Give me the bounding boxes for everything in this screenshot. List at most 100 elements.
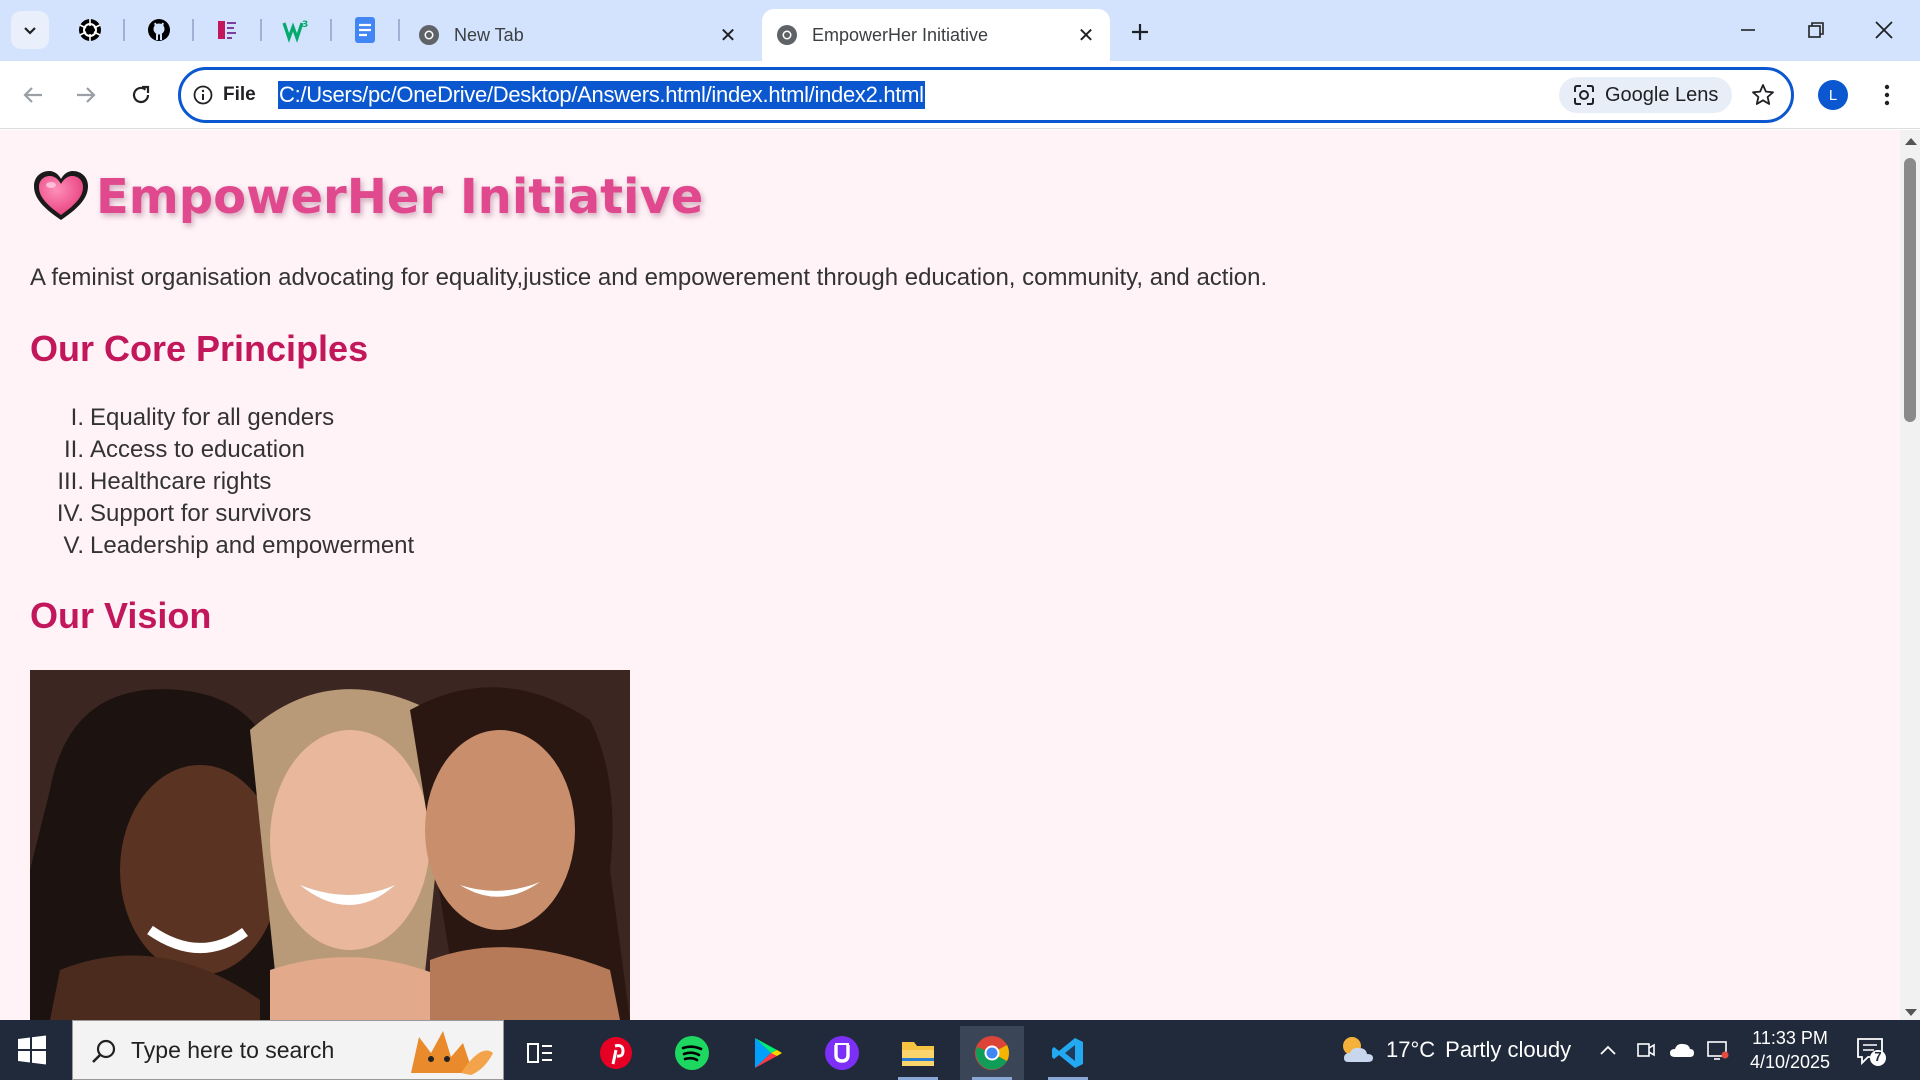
close-tab-icon[interactable]: ✕ (1072, 21, 1100, 49)
taskbar-clock[interactable]: 11:33 PM 4/10/2025 (1740, 1026, 1840, 1074)
address-bar[interactable]: File C:/Users/pc/OneDrive/Desktop/Answer… (178, 67, 1794, 123)
reload-button[interactable] (121, 75, 161, 115)
lens-label: Google Lens (1605, 83, 1719, 106)
weather-temp: 17°C (1386, 1037, 1436, 1062)
notification-count: 7 (1874, 1049, 1882, 1064)
page-title: EmpowerHer Initiative (30, 166, 703, 228)
taskbar-google-play[interactable] (736, 1026, 800, 1080)
arrow-right-icon (77, 87, 96, 103)
partly-cloudy-icon (1343, 1037, 1373, 1062)
back-button[interactable] (13, 75, 53, 115)
docs-icon (355, 17, 375, 43)
bookmark-button[interactable] (1747, 79, 1779, 111)
close-window-button[interactable] (1856, 8, 1912, 52)
weather-widget[interactable]: 17°C Partly cloudy (1338, 1030, 1571, 1070)
star-icon (1752, 84, 1774, 105)
forward-button[interactable] (66, 75, 106, 115)
list-item: III. Healthcare rights (57, 468, 272, 495)
pinned-tab-github[interactable] (141, 13, 177, 47)
minimize-icon (1741, 29, 1755, 31)
taskbar-u-app[interactable] (810, 1026, 874, 1080)
taskbar-pinterest[interactable] (584, 1026, 648, 1080)
principles-heading: Our Core Principles (30, 328, 369, 369)
tab-separator (260, 19, 262, 41)
heart-icon (34, 171, 88, 220)
tab-separator (192, 19, 194, 41)
profile-avatar[interactable]: L (1818, 80, 1848, 110)
minimize-button[interactable] (1720, 8, 1776, 52)
tray-network[interactable] (1704, 1036, 1732, 1064)
restore-button[interactable] (1788, 8, 1844, 52)
pinned-tab-docs[interactable] (347, 13, 383, 47)
spotify-icon (675, 1036, 709, 1070)
windows-start-icon[interactable] (16, 1034, 48, 1066)
globe-icon (776, 24, 798, 46)
scroll-down-arrow-icon[interactable] (1905, 1009, 1917, 1016)
search-placeholder: Type here to search (131, 1036, 335, 1063)
cloud-icon (1670, 1043, 1694, 1057)
windows-taskbar: Type here to search 17°C Partly cloudy 1… (0, 1020, 1920, 1080)
browser-toolbar: File C:/Users/pc/OneDrive/Desktop/Answer… (0, 61, 1920, 129)
taskbar-chrome[interactable] (960, 1026, 1024, 1080)
tab-separator (330, 19, 332, 41)
vision-heading: Our Vision (30, 595, 212, 636)
tab-title: EmpowerHer Initiative (812, 24, 989, 45)
tab-empowerher[interactable]: EmpowerHer Initiative ✕ (762, 9, 1110, 61)
vscode-icon (1052, 1038, 1083, 1068)
reload-icon (132, 85, 150, 104)
arrow-left-icon (23, 87, 42, 103)
tab-search-button[interactable] (11, 11, 49, 49)
vision-image (30, 670, 630, 1020)
file-explorer-icon (902, 1042, 934, 1066)
scroll-up-arrow-icon[interactable] (1905, 138, 1917, 145)
list-item: II. Access to education (63, 436, 305, 463)
taskbar-spotify[interactable] (660, 1026, 724, 1080)
new-tab-button[interactable] (1122, 14, 1158, 50)
pdf-icon (218, 21, 236, 39)
pinned-tab-w3schools[interactable]: 3 (278, 13, 314, 47)
site-info-chip[interactable]: File (193, 80, 256, 110)
close-icon (1875, 21, 1893, 39)
taskbar-file-explorer[interactable] (886, 1026, 950, 1080)
notification-center-button[interactable]: 7 (1854, 1034, 1888, 1068)
lens-icon (1574, 85, 1594, 105)
chrome-icon (975, 1036, 1009, 1070)
svg-text:3: 3 (302, 20, 308, 30)
close-tab-icon[interactable]: ✕ (714, 21, 742, 49)
tab-title: New Tab (454, 24, 524, 45)
network-icon (1707, 1041, 1729, 1060)
weather-condition: Partly cloudy (1445, 1037, 1572, 1062)
search-icon (92, 1039, 116, 1063)
list-item: IV. Support for survivors (56, 500, 312, 527)
taskbar-search[interactable]: Type here to search (72, 1020, 504, 1080)
pinned-tab-pdf[interactable] (209, 13, 245, 47)
w3schools-icon: 3 (282, 20, 308, 43)
chrome-icon (418, 24, 440, 46)
chevron-up-icon (1600, 1045, 1616, 1055)
tab-new-tab[interactable]: New Tab ✕ (404, 9, 752, 61)
tray-onedrive[interactable] (1668, 1036, 1696, 1064)
page-content: EmpowerHer Initiative A feminist organis… (0, 130, 1900, 1020)
tab-strip: 3 New Tab ✕ EmpowerHer Initiative ✕ (0, 0, 1920, 61)
url-text[interactable]: C:/Users/pc/OneDrive/Desktop/Answers.htm… (278, 81, 925, 109)
pinned-tab-openai[interactable] (72, 13, 108, 47)
fox-mascot-icon (411, 1031, 493, 1075)
taskbar-vscode[interactable] (1036, 1026, 1100, 1080)
three-women-photo (30, 670, 630, 1020)
task-view-icon (527, 1043, 552, 1063)
list-item: I. Equality for all genders (70, 404, 335, 431)
scroll-thumb[interactable] (1904, 158, 1916, 422)
show-hidden-icons[interactable] (1594, 1036, 1622, 1064)
page-scrollbar[interactable] (1900, 130, 1920, 1020)
tray-meet-now[interactable] (1632, 1036, 1660, 1064)
browser-menu-button[interactable] (1872, 77, 1902, 113)
google-lens-button[interactable]: Google Lens (1559, 77, 1733, 113)
clock-date: 4/10/2025 (1749, 1052, 1831, 1072)
taskbar-task-view[interactable] (508, 1026, 572, 1080)
more-vert-icon (1884, 84, 1890, 106)
info-icon (193, 85, 213, 105)
pinterest-icon (600, 1037, 632, 1069)
tagline: A feminist organisation advocating for e… (30, 264, 1268, 291)
list-item: V. Leadership and empowerment (63, 532, 415, 559)
u-app-icon (825, 1036, 859, 1070)
